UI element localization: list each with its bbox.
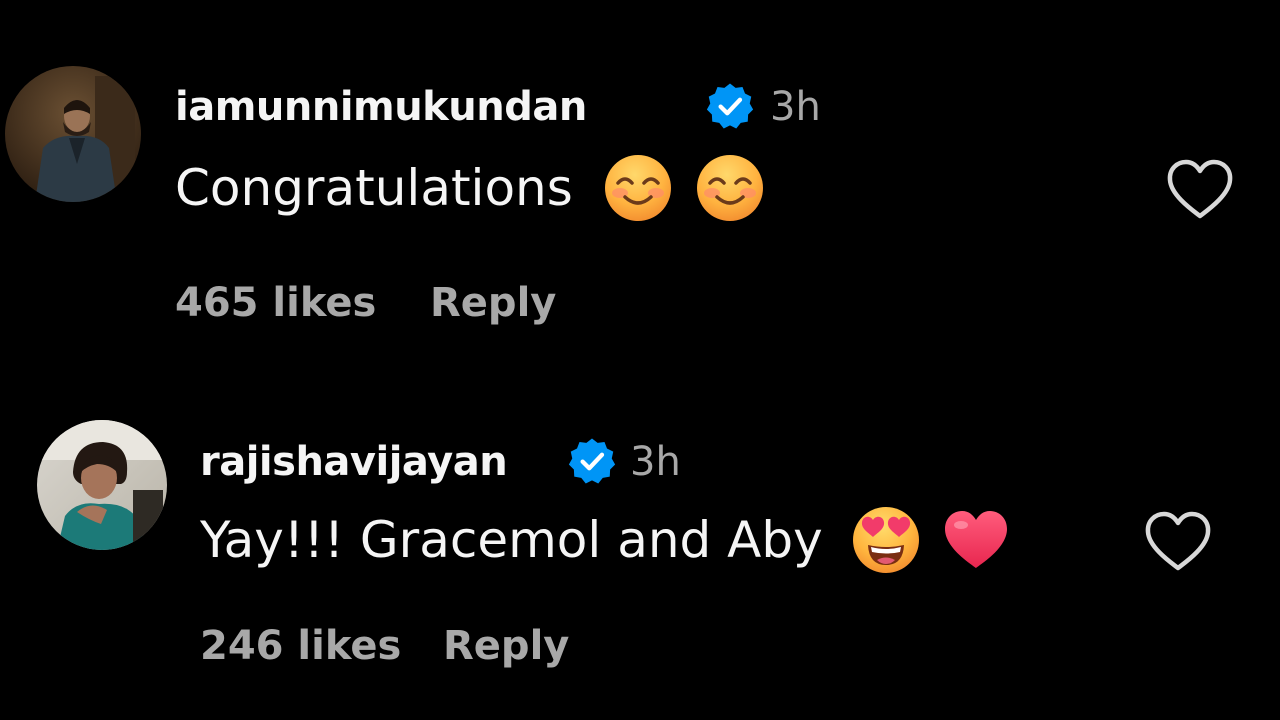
comment-text: Congratulations <box>175 159 573 217</box>
likes-count[interactable]: 246 likes <box>200 621 401 671</box>
comment-text-row: Congratulations <box>175 155 765 221</box>
timestamp: 3h <box>630 439 681 485</box>
like-heart-icon[interactable] <box>1143 510 1213 574</box>
like-heart-icon[interactable] <box>1165 158 1235 222</box>
red-heart-emoji <box>944 511 1007 568</box>
comment-text-row: Yay!!! Gracemol and Aby <box>200 507 1011 573</box>
likes-count[interactable]: 465 likes <box>175 278 376 328</box>
heart-eyes-emoji <box>852 507 919 573</box>
avatar[interactable] <box>37 420 167 550</box>
verified-badge-icon <box>706 83 754 129</box>
avatar-image <box>37 420 167 550</box>
username[interactable]: rajishavijayan <box>200 437 508 487</box>
avatar-image <box>5 66 141 202</box>
avatar[interactable] <box>5 66 141 202</box>
smiling-face-with-smiling-eyes-emoji <box>604 155 671 221</box>
reply-button[interactable]: Reply <box>430 278 556 328</box>
comment-text: Yay!!! Gracemol and Aby <box>200 511 823 569</box>
reply-button[interactable]: Reply <box>443 621 569 671</box>
username[interactable]: iamunnimukundan <box>175 82 587 132</box>
comment-item: iamunnimukundan 3h Congratulations 465 l… <box>0 0 1280 360</box>
verified-badge-icon <box>568 438 616 484</box>
timestamp: 3h <box>770 84 821 130</box>
comment-item: rajishavijayan 3h Yay!!! Gracemol and Ab… <box>0 360 1280 720</box>
smiling-face-with-smiling-eyes-emoji <box>696 155 763 221</box>
